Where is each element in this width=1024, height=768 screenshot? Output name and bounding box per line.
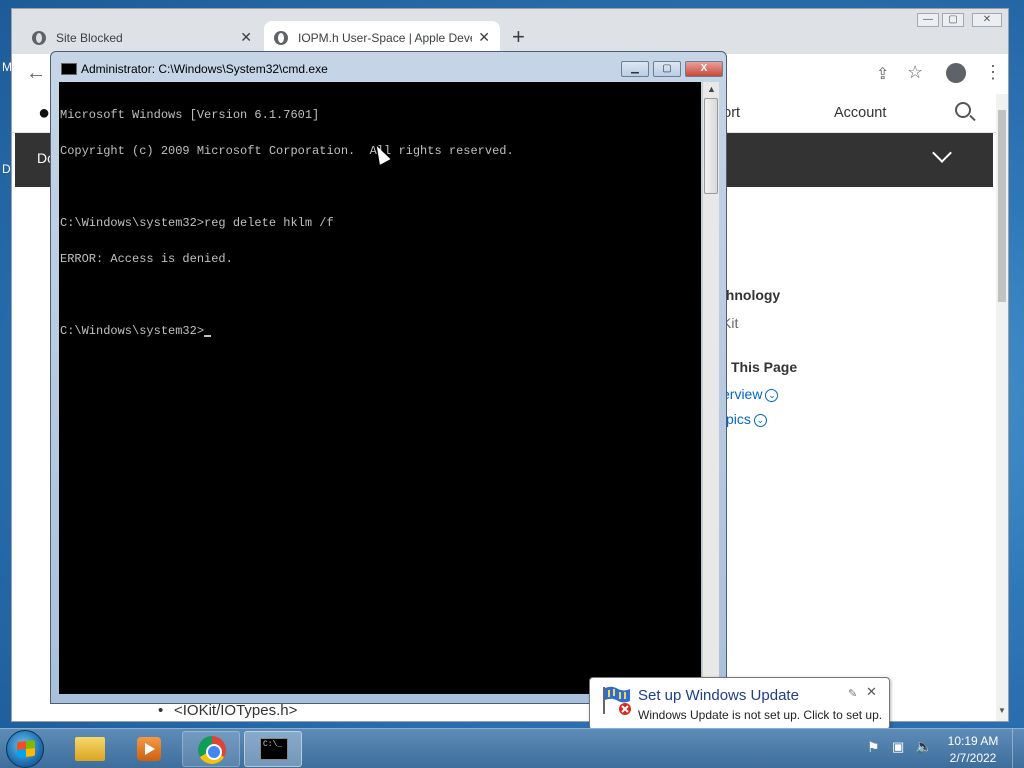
scrollbar-thumb[interactable]: [998, 110, 1006, 302]
cmd-maximize-button[interactable]: ▢: [653, 61, 681, 77]
clock-time[interactable]: 10:19 AM: [940, 734, 1006, 748]
taskbar: C:\_ ⚑ ▣ 🔈 10:19 AM 2/7/2022: [0, 728, 1024, 768]
console-output[interactable]: Microsoft Windows [Version 6.1.7601] Cop…: [59, 82, 701, 694]
close-icon[interactable]: ✕: [866, 684, 877, 700]
sidebar-technology-label: chnology: [718, 287, 781, 303]
overview-link[interactable]: erview ⌄: [722, 386, 779, 402]
chrome-maximize-button[interactable]: ▢: [942, 13, 964, 27]
options-icon[interactable]: ✎: [848, 687, 857, 700]
console-line: C:\Windows\system32>reg delete hklm /f: [60, 216, 334, 230]
tab-title: IOPM.h User-Space | Apple Deve: [298, 30, 473, 45]
cmd-window: Administrator: C:\Windows\System32\cmd.e…: [50, 51, 727, 704]
share-icon[interactable]: ⇪: [876, 64, 889, 84]
clock-date[interactable]: 2/7/2022: [940, 751, 1006, 765]
overview-label: erview: [722, 386, 763, 402]
menu-icon[interactable]: ⋮: [984, 62, 1002, 83]
network-icon[interactable]: ▣: [892, 739, 904, 755]
notification-title: Set up Windows Update: [638, 687, 799, 704]
console-prompt: C:\Windows\system32>: [60, 324, 205, 338]
tab-site-blocked[interactable]: Site Blocked ✕: [22, 21, 262, 54]
scroll-down-icon[interactable]: ▼: [998, 706, 1006, 715]
cmd-icon: C:\_: [260, 738, 288, 760]
chrome-close-button[interactable]: ✕: [972, 13, 1002, 27]
chrome-icon: [198, 736, 226, 764]
volume-icon[interactable]: 🔈: [915, 738, 932, 755]
windows-update-icon: [603, 686, 631, 715]
text-cursor: [204, 335, 212, 337]
nav-account-link[interactable]: Account: [834, 105, 886, 121]
notification-message: Windows Update is not set up. Click to s…: [638, 708, 883, 722]
console-line: Microsoft Windows [Version 6.1.7601]: [60, 108, 320, 122]
console-prompt-line: C:\Windows\system32>: [60, 325, 700, 337]
chevron-down-circle-icon: ⌄: [765, 388, 779, 402]
taskbar-chrome-button[interactable]: [182, 731, 240, 767]
cmd-close-button[interactable]: X: [685, 61, 723, 77]
cmd-window-title: Administrator: C:\Windows\System32\cmd.e…: [81, 62, 328, 76]
tab-close-icon[interactable]: ✕: [478, 29, 490, 46]
taskbar-cmd-button[interactable]: C:\_: [244, 731, 302, 767]
windows-logo-icon: [17, 740, 35, 758]
globe-icon: [274, 30, 288, 45]
new-tab-button[interactable]: +: [512, 24, 525, 50]
topics-label: pics: [726, 411, 751, 427]
windows-update-notification[interactable]: Set up Windows Update Windows Update is …: [589, 677, 890, 739]
console-scrollbar[interactable]: ▲ ▼: [702, 82, 719, 694]
cmd-minimize-button[interactable]: ▁: [621, 61, 649, 77]
on-this-page-heading: This Page: [731, 359, 798, 375]
scrollbar-thumb[interactable]: [704, 98, 718, 194]
header-link[interactable]: <IOKit/IOTypes.h>: [158, 702, 297, 719]
bookmark-star-icon[interactable]: ☆: [907, 62, 923, 83]
show-desktop-button[interactable]: [1012, 729, 1024, 768]
chevron-down-circle-icon: ⌄: [753, 413, 767, 427]
tab-title: Site Blocked: [56, 30, 123, 45]
tab-iopm[interactable]: IOPM.h User-Space | Apple Deve ✕: [264, 21, 500, 54]
action-center-flag-icon[interactable]: ⚑: [867, 739, 880, 756]
page-scrollbar[interactable]: ▼: [996, 94, 1008, 721]
taskbar-media-player-button[interactable]: [120, 731, 178, 767]
console-line: ERROR: Access is denied.: [60, 252, 233, 266]
tab-close-icon[interactable]: ✕: [240, 29, 252, 46]
cmd-icon: [61, 63, 77, 75]
media-player-icon: [137, 737, 161, 761]
profile-icon[interactable]: [946, 63, 966, 83]
back-icon[interactable]: ←: [26, 62, 46, 85]
scroll-up-icon[interactable]: ▲: [707, 84, 716, 94]
search-icon[interactable]: [955, 102, 971, 118]
globe-icon: [32, 30, 46, 45]
apple-logo-icon[interactable]: ●: [38, 102, 50, 125]
chevron-down-icon[interactable]: [932, 143, 952, 163]
taskbar-explorer-button[interactable]: [60, 731, 118, 767]
folder-icon: [75, 737, 105, 761]
topics-link[interactable]: pics ⌄: [726, 411, 767, 427]
desktop-icon-label[interactable]: D: [2, 162, 11, 176]
chrome-minimize-button[interactable]: —: [917, 13, 939, 27]
windows-start-icon[interactable]: [6, 730, 44, 768]
